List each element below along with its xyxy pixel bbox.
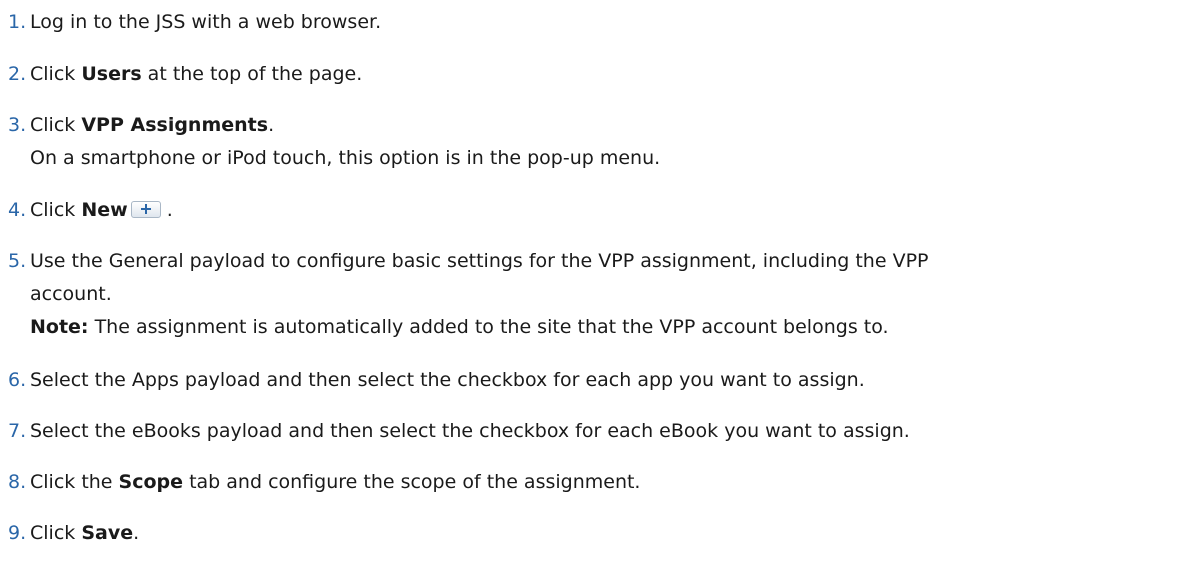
step-number: 4. (8, 199, 27, 221)
scope-label: Scope (118, 471, 184, 493)
step-number: 8. (8, 471, 27, 493)
step-3: 3. Click VPP Assignments. On a smartphone… (8, 109, 660, 175)
step-text: Click (30, 522, 82, 544)
plus-icon (130, 201, 161, 218)
step-text: Use the General payload to configure bas… (30, 250, 929, 272)
step-text-after: . (160, 199, 173, 221)
step-8: 8. Click the Scope tab and configure the … (8, 466, 640, 499)
step-continuation: On a smartphone or iPod touch, this opti… (30, 147, 661, 169)
new-label: New (81, 199, 128, 221)
step-number: 7. (8, 420, 27, 442)
step-4: 4. Click New . (8, 194, 173, 227)
step-5: 5. Use the General payload to configure b… (8, 245, 929, 344)
step-text-after: tab and configure the scope of the assig… (183, 471, 641, 493)
step-number: 1. (8, 11, 27, 33)
step-text-after: . (133, 522, 140, 544)
step-text: Click (30, 63, 82, 85)
step-6: 6. Select the Apps payload and then selec… (8, 364, 865, 397)
step-text: Select the Apps payload and then select … (30, 369, 865, 391)
step-continuation: account. (30, 283, 112, 305)
vpp-assignments-label: VPP Assignments (81, 114, 269, 136)
step-text: Click (30, 114, 82, 136)
step-number: 5. (8, 250, 27, 272)
step-2: 2. Click Users at the top of the page. (8, 58, 362, 91)
step-number: 6. (8, 369, 27, 391)
step-text: Click (30, 199, 82, 221)
users-label: Users (81, 63, 142, 85)
note: Note: The assignment is automatically ad… (8, 311, 929, 344)
save-label: Save (81, 522, 134, 544)
step-text-after: at the top of the page. (141, 63, 363, 85)
note-text: The assignment is automatically added to… (88, 316, 889, 338)
step-text: Select the eBooks payload and then selec… (30, 420, 910, 442)
step-9: 9. Click Save. (8, 517, 139, 550)
step-text-after: . (268, 114, 275, 136)
step-text: Click the (30, 471, 119, 493)
step-number: 3. (8, 114, 27, 136)
step-1: 1. Log in to the JSS with a web browser. (8, 6, 381, 39)
step-number: 9. (8, 522, 27, 544)
step-number: 2. (8, 63, 27, 85)
step-text: Log in to the JSS with a web browser. (30, 11, 382, 33)
note-label: Note: (30, 316, 89, 338)
step-7: 7. Select the eBooks payload and then sel… (8, 415, 910, 448)
